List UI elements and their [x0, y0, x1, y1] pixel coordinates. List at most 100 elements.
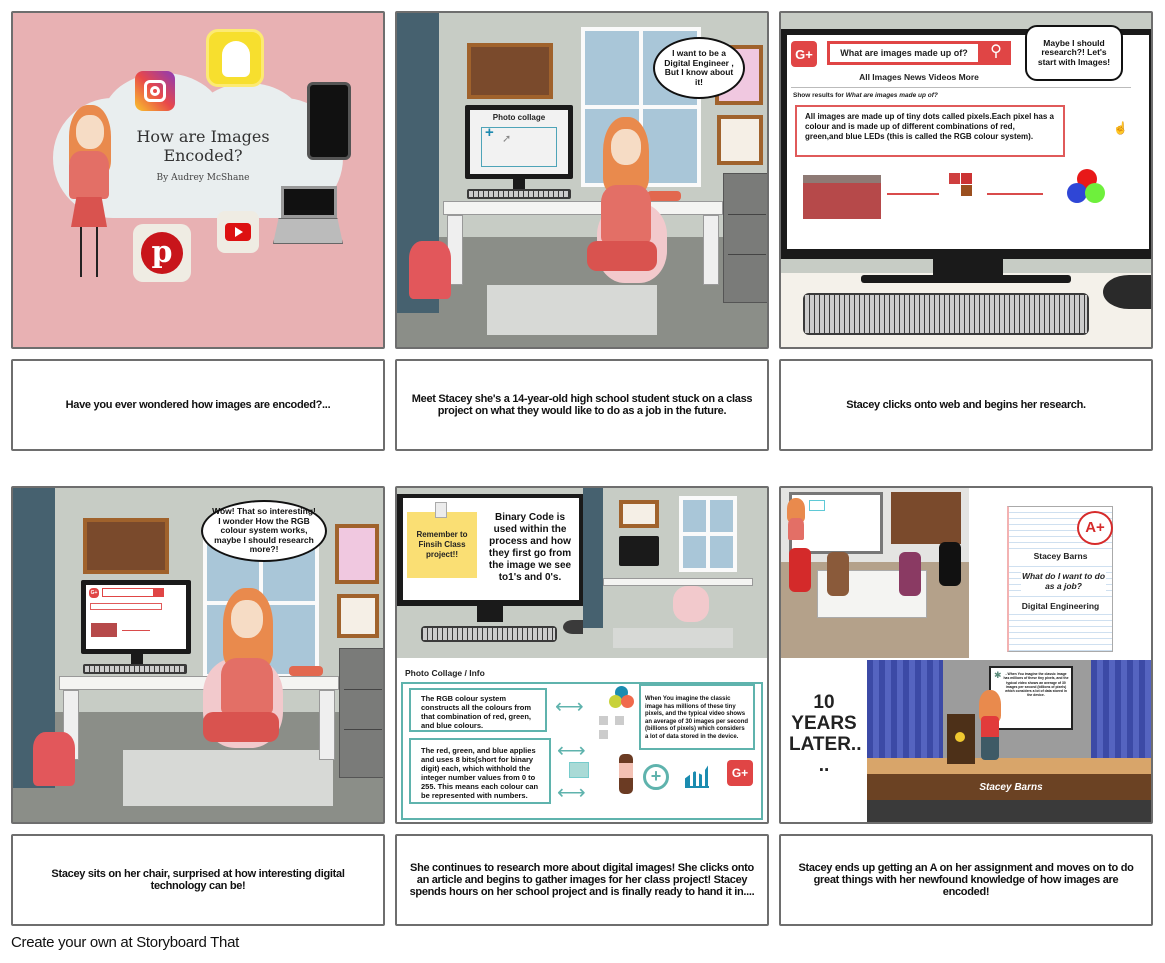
presenter-icon — [619, 754, 633, 794]
stapler — [289, 666, 323, 676]
speech-bubble: Maybe I should research?! Let's start wi… — [1025, 25, 1123, 81]
stage-base — [867, 800, 1151, 822]
arrow-right — [887, 193, 939, 195]
snapchat-icon — [206, 29, 264, 87]
sticky-note: Remember to Finsih Class project!! — [407, 512, 477, 578]
image-icon — [569, 762, 589, 778]
student — [939, 542, 961, 586]
bookshelf — [891, 492, 961, 544]
laptop-base — [273, 218, 343, 244]
keyboard — [803, 293, 1089, 335]
paper-answer: Digital Engineering — [1009, 601, 1112, 611]
character-stacey-body — [981, 716, 999, 760]
monitor-closeup: Remember to Finsih Class project!! Binar… — [397, 488, 583, 658]
character-stacey-top — [69, 151, 109, 199]
mouse — [1103, 275, 1151, 309]
character-stacey-top — [221, 658, 273, 714]
desk — [59, 676, 339, 690]
backpack — [33, 732, 75, 786]
stage-nameplate: Stacey Barns — [979, 781, 1043, 793]
panel-4-caption: Stacey sits on her chair, surprised at h… — [11, 834, 385, 926]
backpack — [409, 241, 451, 299]
character-stacey-top — [601, 185, 651, 243]
character-stacey-skirt — [203, 712, 279, 742]
rug — [123, 750, 333, 806]
monitor-title: Photo collage — [492, 113, 546, 122]
house-image — [803, 175, 881, 219]
google-plus-logo: G+ — [89, 588, 99, 598]
panel-1-scene: How are Images Encoded? By Audrey McShan… — [11, 11, 385, 349]
cloud-puff — [153, 163, 273, 213]
double-arrow-icon: ⟷ — [555, 696, 584, 718]
desk — [443, 201, 723, 215]
classroom-scene — [781, 488, 969, 658]
curtain-left — [867, 660, 943, 760]
color-circles-icon — [607, 686, 637, 714]
cover-title: How are Images Encoded? — [136, 127, 270, 165]
monitor-icon — [809, 500, 825, 511]
keyboard — [467, 189, 571, 199]
panel-2-caption: Meet Stacey she's a 14-year-old high sch… — [395, 359, 769, 451]
student — [899, 552, 921, 596]
photo-collage-drop-area[interactable]: + ➚ — [481, 124, 557, 167]
mini-search-button — [154, 588, 164, 597]
show-results-query[interactable]: What are images made up of? — [846, 92, 938, 99]
google-plus-logo[interactable]: G+ — [791, 41, 817, 67]
divider — [791, 87, 1131, 88]
storyboard-that-link[interactable]: Create your own at Storyboard That — [11, 934, 239, 951]
add-photo-icon[interactable]: + — [485, 124, 494, 141]
character-stacey-face — [611, 129, 641, 165]
keyboard — [421, 626, 557, 642]
window — [679, 496, 737, 572]
presentation-slide: ✱ - When You imagine the classic image h… — [989, 666, 1073, 730]
panel-6-scene: A+ Stacey Barns What do I want to do as … — [779, 486, 1153, 824]
character-stacey-face — [231, 600, 263, 638]
flower-painting — [335, 524, 379, 584]
painting — [619, 500, 659, 528]
carrot-painting — [83, 518, 169, 574]
panel-4-scene: G+ Wow! That so interesting! I wonder Ho… — [11, 486, 385, 824]
character-stacey-legs — [80, 227, 98, 277]
monitor — [619, 536, 659, 566]
rgb-circles — [1067, 169, 1111, 209]
google-plus-icon: G+ — [727, 760, 753, 786]
plus-circle-icon: + — [643, 764, 669, 790]
mouse — [563, 620, 583, 634]
panel-1-caption: Have you ever wondered how images are en… — [11, 359, 385, 451]
search-result-box: All images are made up of tiny dots call… — [795, 105, 1065, 157]
abstract-painting — [717, 115, 763, 165]
search-button[interactable]: ⚲ — [981, 41, 1011, 65]
student — [789, 548, 811, 592]
panel-5-scene: Remember to Finsih Class project!! Binar… — [395, 486, 769, 824]
stage-floor — [867, 758, 1151, 774]
video-info-box: When You imagine the classic image has m… — [639, 684, 755, 750]
pinterest-icon: p — [133, 224, 191, 282]
carrot-painting — [467, 43, 553, 99]
stapler — [647, 191, 681, 201]
laptop-icon — [281, 186, 337, 218]
monitor: Photo collage + ➚ — [465, 105, 573, 179]
graded-paper: A+ Stacey Barns What do I want to do as … — [1007, 506, 1113, 652]
double-arrow-icon: ⟷ — [557, 740, 586, 762]
grade-stamp: A+ — [1077, 511, 1113, 545]
speech-bubble: I want to be a Digital Engineer , But I … — [653, 37, 745, 99]
logo-icon: ✱ — [994, 670, 1002, 680]
search-input[interactable]: What are images made up of? — [827, 41, 981, 65]
cubes-icon — [599, 716, 629, 742]
cursor-arrow-icon: ➚ — [502, 133, 512, 145]
desk — [603, 578, 753, 586]
podium — [947, 714, 975, 764]
show-results-line: Show results for What are images made up… — [793, 92, 938, 99]
character-stacey-top — [788, 518, 804, 540]
bits-info-box: The red, green, and blue applies and use… — [409, 738, 551, 804]
abstract-painting — [337, 594, 379, 638]
student — [827, 552, 849, 596]
mini-arrow — [122, 630, 150, 631]
arrow-right — [987, 193, 1043, 195]
curtain-right — [1091, 660, 1151, 760]
panel-3-caption: Stacey clicks onto web and begins her re… — [779, 359, 1153, 451]
paper-name: Stacey Barns — [1009, 551, 1112, 561]
monitor: G+ — [81, 580, 191, 654]
search-tabs[interactable]: All Images News Videos More — [827, 72, 1011, 82]
speech-bubble: Wow! That so interesting! I wonder How t… — [201, 500, 327, 562]
